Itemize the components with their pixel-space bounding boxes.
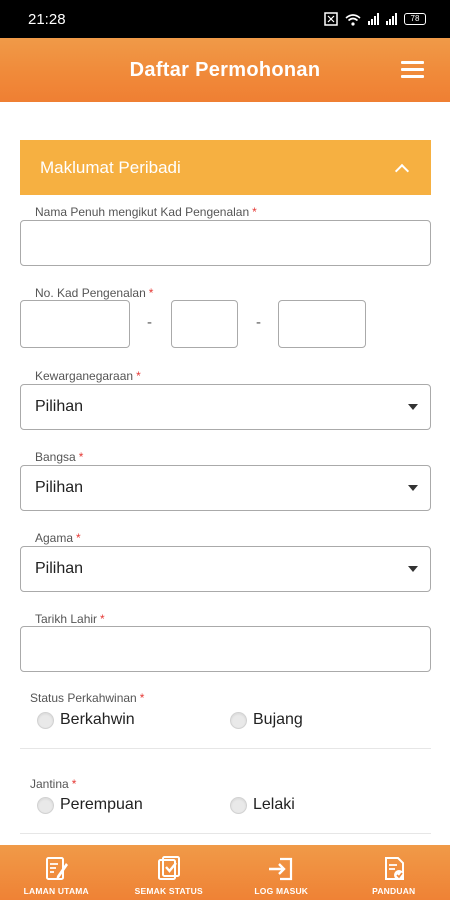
radio-circle-icon xyxy=(230,711,247,729)
radio-single-label: Bujang xyxy=(253,711,303,728)
ic-number-part2-input[interactable] xyxy=(171,300,238,348)
required-mark: * xyxy=(71,777,77,791)
edit-document-icon xyxy=(46,857,69,880)
citizenship-label-text: Kewarganegaraan xyxy=(35,369,134,383)
login-icon xyxy=(269,857,293,881)
nav-guide[interactable]: PANDUAN xyxy=(338,845,450,900)
nav-check-status[interactable]: SEMAK STATUS xyxy=(113,845,226,900)
nfc-icon xyxy=(324,12,338,26)
status-icons: 78 xyxy=(324,12,426,26)
religion-label: Agama * xyxy=(35,531,81,545)
radio-male-label: Lelaki xyxy=(253,796,295,813)
race-select[interactable]: Pilihan xyxy=(20,465,431,511)
ic-number-part1-input[interactable] xyxy=(20,300,130,348)
status-bar: 21:28 78 xyxy=(0,0,450,38)
wifi-icon xyxy=(345,13,361,26)
nav-check-status-label: SEMAK STATUS xyxy=(134,886,203,896)
gender-label: Jantina * xyxy=(30,777,76,791)
nav-home[interactable]: LAMAN UTAMA xyxy=(0,845,113,900)
full-name-label-text: Nama Penuh mengikut Kad Pengenalan xyxy=(35,205,250,219)
status-time: 21:28 xyxy=(28,10,66,28)
divider xyxy=(20,748,431,749)
citizenship-select[interactable]: Pilihan xyxy=(20,384,431,430)
divider xyxy=(20,833,431,834)
required-mark: * xyxy=(100,612,105,626)
radio-circle-icon xyxy=(37,711,54,729)
radio-circle-icon xyxy=(37,796,54,814)
dropdown-arrow-icon xyxy=(408,404,418,410)
radio-female[interactable]: Perempuan xyxy=(37,796,143,814)
radio-married[interactable]: Berkahwin xyxy=(37,711,135,729)
radio-female-label: Perempuan xyxy=(60,796,143,813)
birth-date-label: Tarikh Lahir * xyxy=(35,612,105,626)
form-content[interactable]: Maklumat Peribadi Nama Penuh mengikut Ka… xyxy=(0,102,450,845)
ic-number-part3-input[interactable] xyxy=(278,300,366,348)
birth-date-label-text: Tarikh Lahir xyxy=(35,612,98,626)
gender-label-text: Jantina xyxy=(30,777,69,791)
ic-number-label: No. Kad Pengenalan * xyxy=(35,286,153,300)
radio-single[interactable]: Bujang xyxy=(230,711,303,729)
required-mark: * xyxy=(76,531,81,545)
birth-date-input[interactable] xyxy=(20,626,431,672)
religion-select[interactable]: Pilihan xyxy=(20,546,431,592)
ic-separator-1: - xyxy=(147,314,152,331)
radio-married-label: Berkahwin xyxy=(60,711,135,728)
dropdown-arrow-icon xyxy=(408,566,418,572)
race-value: Pilihan xyxy=(35,479,84,496)
nav-home-label: LAMAN UTAMA xyxy=(23,886,89,896)
page-title: Daftar Permohonan xyxy=(129,58,321,81)
full-name-input[interactable] xyxy=(20,220,431,266)
nav-login-label: LOG MASUK xyxy=(254,886,309,896)
dropdown-arrow-icon xyxy=(408,485,418,491)
section-header-personal-info[interactable]: Maklumat Peribadi xyxy=(20,140,431,195)
nav-guide-label: PANDUAN xyxy=(372,886,416,896)
required-mark: * xyxy=(139,691,145,705)
nav-login[interactable]: LOG MASUK xyxy=(225,845,338,900)
hamburger-menu-icon[interactable] xyxy=(401,61,424,78)
required-mark: * xyxy=(148,286,154,300)
guide-document-icon xyxy=(384,857,404,880)
marital-status-label-text: Status Perkahwinan xyxy=(30,691,137,705)
bottom-navigation: LAMAN UTAMA SEMAK STATUS LOG MASUK PANDU… xyxy=(0,845,450,900)
radio-circle-icon xyxy=(230,796,247,814)
marital-status-label: Status Perkahwinan * xyxy=(30,691,144,705)
battery-icon: 78 xyxy=(404,13,426,25)
signal-icon xyxy=(368,13,379,25)
race-label: Bangsa * xyxy=(35,450,83,464)
radio-male[interactable]: Lelaki xyxy=(230,796,295,814)
required-mark: * xyxy=(136,369,141,383)
signal-icon-2 xyxy=(386,13,397,25)
chevron-up-icon xyxy=(394,163,410,178)
checklist-icon xyxy=(157,856,180,880)
ic-separator-2: - xyxy=(256,314,261,331)
required-mark: * xyxy=(78,450,84,464)
religion-value: Pilihan xyxy=(35,560,84,577)
religion-label-text: Agama xyxy=(35,531,74,545)
app-header: Daftar Permohonan xyxy=(0,38,450,102)
section-title: Maklumat Peribadi xyxy=(40,157,181,177)
citizenship-label: Kewarganegaraan * xyxy=(35,369,141,383)
citizenship-value: Pilihan xyxy=(35,398,84,415)
full-name-label: Nama Penuh mengikut Kad Pengenalan * xyxy=(35,205,257,219)
race-label-text: Bangsa xyxy=(35,450,76,464)
ic-number-label-text: No. Kad Pengenalan xyxy=(35,286,146,300)
required-mark: * xyxy=(252,205,257,219)
